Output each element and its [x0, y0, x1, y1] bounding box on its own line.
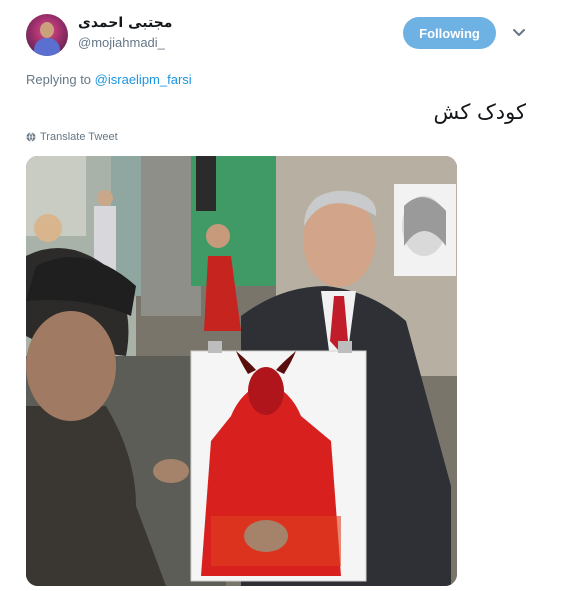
translate-tweet-link[interactable]: Translate Tweet	[26, 131, 118, 143]
avatar-body	[34, 38, 60, 56]
author-handle[interactable]: @mojiahmadi_	[78, 35, 165, 50]
globe-icon	[26, 132, 36, 142]
replying-to-label: Replying to	[26, 72, 92, 87]
chevron-down-icon[interactable]	[512, 26, 526, 40]
translate-label: Translate Tweet	[40, 131, 118, 143]
tweet-text: کودک کش	[433, 100, 526, 124]
avatar-head	[40, 22, 54, 38]
author-name[interactable]: مجتبی احمدی	[78, 15, 172, 31]
photo-illustration	[26, 156, 457, 586]
tweet-photo[interactable]	[26, 156, 457, 586]
author-avatar[interactable]	[26, 14, 68, 56]
replying-to: Replying to @israelipm_farsi	[26, 72, 192, 87]
following-button[interactable]: Following	[403, 17, 496, 49]
replying-to-mention[interactable]: @israelipm_farsi	[95, 72, 192, 87]
